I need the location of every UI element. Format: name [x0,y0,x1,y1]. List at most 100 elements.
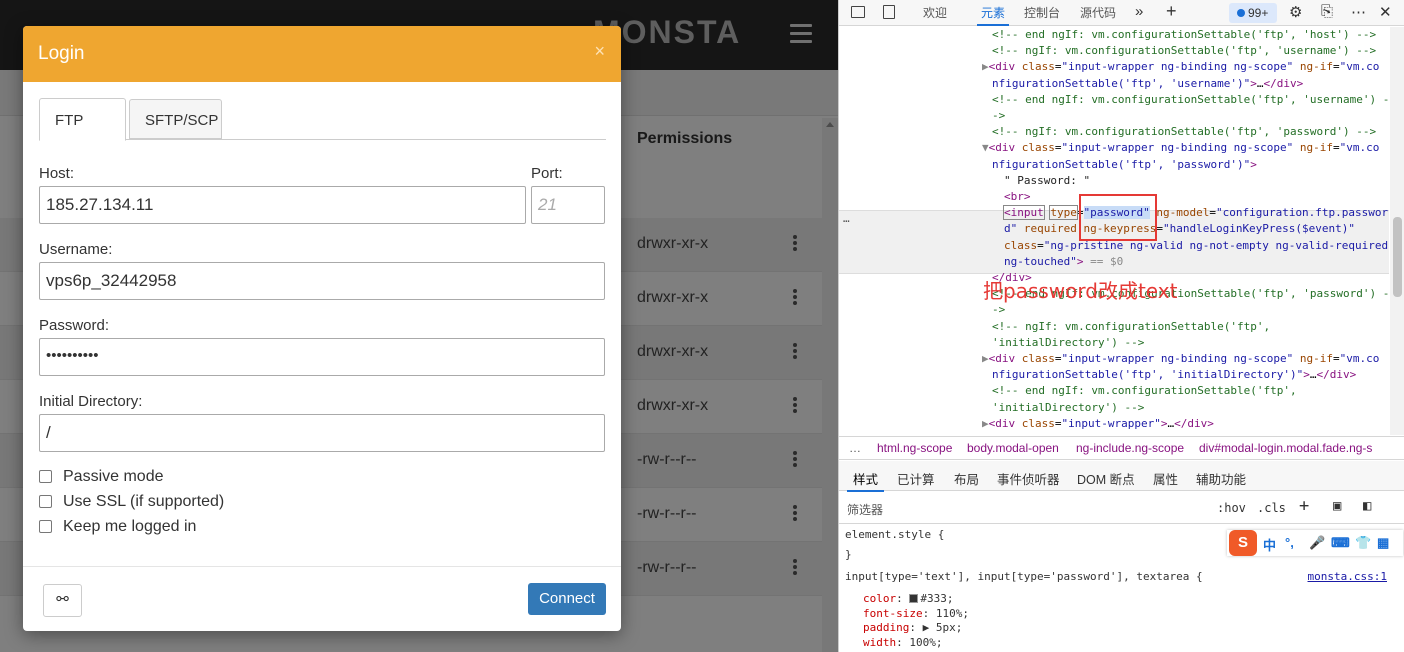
subtab-1[interactable]: 已计算 [897,469,935,488]
ime-toolbar[interactable]: S 中 °, 🎤 ⌨ 👕 ▦ [1227,530,1403,556]
scroll-thumb[interactable] [1393,217,1402,297]
link-icon[interactable]: ⚯ [43,584,82,617]
property-value[interactable]: 100%; [909,636,942,649]
password-input[interactable]: •••••••••• [39,338,605,376]
color-swatch-icon[interactable] [909,594,919,603]
more-tabs-icon[interactable]: » [1135,3,1143,20]
property-value[interactable]: #333; [920,592,953,605]
ime-toolbox-icon[interactable]: ▦ [1377,535,1389,551]
breadcrumb: … html.ng-scope body.modal-open ng-include.… [839,436,1404,460]
styles-subtabs: 样式 已计算 布局 事件侦听器 DOM 断点 属性 辅助功能 [839,461,1404,492]
host-input[interactable]: 185.27.134.11 [39,186,526,224]
dom-node-line[interactable]: <!-- ngIf: vm.configurationSettable('ftp… [839,319,1389,335]
share-icon[interactable]: ⎘ [1321,3,1333,20]
tab-ftp[interactable]: FTP [39,98,126,141]
styles-filter-bar: 筛选器 :hov .cls + ▣ ◧ [839,492,1404,524]
devtools-tab-bar: 欢迎 元素 控制台 源代码 » + 99+ ⚙ ⎘ ⋯ ✕ [839,0,1404,26]
breadcrumb-item[interactable]: div#modal-login.modal.fade.ng-s [1199,441,1372,455]
breadcrumb-item[interactable]: body.modal-open [967,441,1059,455]
password-label: Password: [39,317,110,334]
tab-elements[interactable]: 元素 [976,4,1010,26]
username-input[interactable]: vps6p_32442958 [39,262,605,300]
subtab-3[interactable]: 事件侦听器 [997,469,1060,488]
tab-sources[interactable]: 源代码 [1080,4,1116,21]
paint-icon[interactable]: ▣ [1333,498,1341,514]
port-label: Port: [531,165,563,182]
inspect-icon[interactable] [851,6,865,18]
styles-filter-input[interactable]: 筛选器 [843,497,1203,519]
breadcrumb-item[interactable]: … [849,441,861,455]
host-label: Host: [39,165,75,182]
property-value[interactable]: ▶ 5px; [923,621,963,634]
style-rule-close: } [845,548,852,561]
style-property[interactable]: padding: ▶ 5px; [863,621,962,634]
tab-sftp-scp[interactable]: SFTP/SCP [129,99,222,139]
dom-node-line[interactable]: nfigurationSettable('ftp', 'username')">… [839,76,1389,92]
property-value[interactable]: 110%; [936,607,969,620]
subtab-6[interactable]: 辅助功能 [1196,469,1246,488]
toggle-sidebar-icon[interactable]: ◧ [1363,498,1371,514]
cls-button[interactable]: .cls [1257,501,1286,515]
ime-chinese-icon[interactable]: 中 [1263,535,1276,554]
dom-node-line[interactable]: ▼<div class="input-wrapper ng-binding ng… [839,140,1389,156]
subtab-0[interactable]: 样式 [846,469,885,492]
subtab-5[interactable]: 属性 [1153,469,1178,488]
add-tab-icon[interactable]: + [1166,1,1177,22]
dom-node-line[interactable]: 'initialDirectory') --> [839,335,1389,351]
ime-punctuation-icon[interactable]: °, [1285,535,1294,550]
dom-node-line[interactable]: <!-- end ngIf: vm.configurationSettable(… [839,27,1389,43]
dom-node-line[interactable]: ng-touched"> == $0 [839,254,1389,270]
style-property[interactable]: font-size: 110%; [863,607,969,620]
breadcrumb-item[interactable]: html.ng-scope [877,441,952,455]
dom-node-line[interactable]: 'initialDirectory') --> [839,400,1389,416]
property-name[interactable]: width [863,636,896,649]
dom-scrollbar[interactable] [1390,27,1404,435]
initial-directory-input[interactable]: / [39,414,605,452]
protocol-tabs: FTP SFTP/SCP [39,98,606,141]
more-icon[interactable]: ⋯ [1351,3,1366,21]
style-rule-selector[interactable]: input[type='text'], input[type='password… [845,570,1203,583]
dom-node-line[interactable]: nfigurationSettable('ftp', 'initialDirec… [839,367,1389,383]
style-source-link[interactable]: monsta.css:1 [1308,570,1387,583]
dom-node-line[interactable]: <!-- end ngIf: vm.configurationSettable(… [839,383,1389,399]
dom-node-line[interactable]: <!-- end ngIf: vm.configurationSettable(… [839,92,1389,108]
dom-node-line[interactable]: <!-- ngIf: vm.configurationSettable('ftp… [839,124,1389,140]
checkbox-label: Passive mode [63,468,164,485]
property-name[interactable]: font-size [863,607,923,620]
style-property[interactable]: color: #333; [863,592,954,605]
tab-welcome[interactable]: 欢迎 [923,4,947,21]
connect-button[interactable]: Connect [528,583,606,615]
close-icon[interactable]: ✕ [1379,3,1392,21]
subtab-4[interactable]: DOM 断点 [1077,469,1135,488]
style-property[interactable]: width: 100%; [863,636,943,649]
issues-badge[interactable]: 99+ [1229,3,1277,23]
ime-skin-icon[interactable]: 👕 [1355,535,1371,551]
checkbox-box[interactable] [39,520,52,533]
subtab-2[interactable]: 布局 [954,469,979,488]
style-rule-selector[interactable]: element.style { [845,528,944,541]
port-input[interactable]: 21 [531,186,605,224]
dom-node-line[interactable]: <!-- ngIf: vm.configurationSettable('ftp… [839,43,1389,59]
checkbox-box[interactable] [39,495,52,508]
modal-title: Login [38,43,85,64]
property-name[interactable]: padding [863,621,909,634]
dom-node-line[interactable]: ▶<div class="input-wrapper ng-binding ng… [839,351,1389,367]
close-icon[interactable]: × [594,41,605,62]
ime-voice-icon[interactable]: 🎤 [1309,535,1325,551]
ime-keyboard-icon[interactable]: ⌨ [1331,535,1350,551]
checkbox-box[interactable] [39,470,52,483]
hov-button[interactable]: :hov [1217,501,1246,515]
sogou-logo-icon[interactable]: S [1229,530,1257,556]
dom-node-line[interactable]: ▶<div class="input-wrapper ng-binding ng… [839,59,1389,75]
settings-icon[interactable]: ⚙ [1289,3,1302,21]
property-name[interactable]: color [863,592,896,605]
new-rule-button[interactable]: + [1299,496,1309,516]
dom-node-line[interactable]: -> [839,108,1389,124]
dom-node-line[interactable]: " Password: " [839,173,1389,189]
dom-node-line[interactable]: -> [839,302,1389,318]
dom-node-line[interactable]: ▶<div class="input-wrapper">…</div> [839,416,1389,432]
tab-console[interactable]: 控制台 [1024,4,1060,21]
dom-node-line[interactable]: nfigurationSettable('ftp', 'password')"> [839,157,1389,173]
device-icon[interactable] [883,5,895,19]
breadcrumb-item[interactable]: ng-include.ng-scope [1076,441,1184,455]
